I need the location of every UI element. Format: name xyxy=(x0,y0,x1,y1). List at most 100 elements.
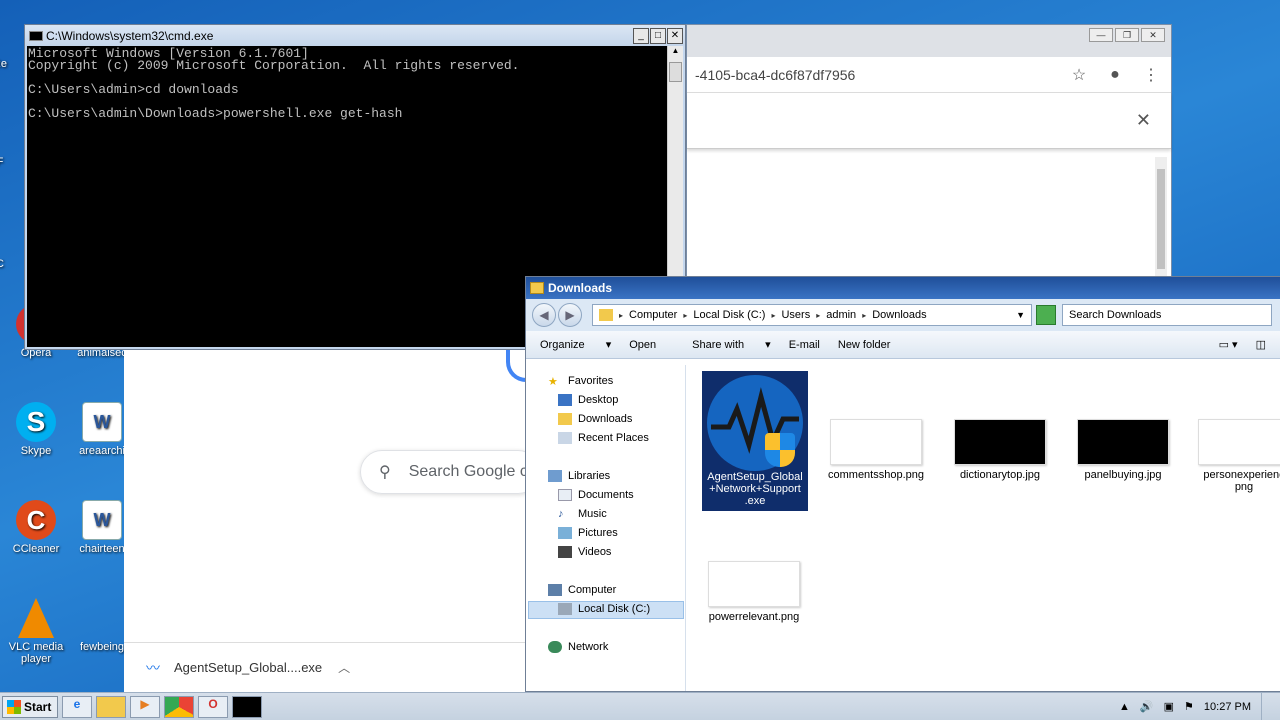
file-item-agentsetup[interactable]: AgentSetup_Global +Network+Support .exe xyxy=(702,371,808,511)
url-text[interactable]: -4105-bca4-dc6f87df7956 xyxy=(695,67,1055,83)
organize-button[interactable]: Organize ▾ xyxy=(540,338,611,351)
chrome-address-bar[interactable]: -4105-bca4-dc6f87df7956 ☆ ● ⋮ xyxy=(687,57,1171,93)
nav-network[interactable]: Network xyxy=(548,641,608,653)
minimize-button[interactable]: _ xyxy=(633,27,649,44)
scrollbar[interactable] xyxy=(1155,157,1167,277)
close-button[interactable]: ✕ xyxy=(1141,28,1165,42)
word-document-icon xyxy=(82,598,122,638)
close-icon[interactable]: ✕ xyxy=(1136,110,1151,131)
menu-dots-icon[interactable]: ⋮ xyxy=(1139,65,1163,85)
restore-button[interactable]: ❐ xyxy=(1115,28,1139,42)
nav-label: Videos xyxy=(578,546,612,558)
desktop-icon-vlc[interactable]: VLC media player xyxy=(6,598,66,665)
profile-icon[interactable]: ● xyxy=(1103,66,1127,84)
back-button[interactable]: ◀ xyxy=(532,303,556,327)
open-button[interactable]: Open xyxy=(629,339,674,351)
chrome-taskbar-icon[interactable] xyxy=(164,695,194,718)
explorer-navbar: ◀ ▶ ▸ Computer ▸ Local Disk (C:) ▸ Users… xyxy=(526,299,1280,331)
console-line: Copyright (c) 2009 Microsoft Corporation… xyxy=(28,58,520,73)
breadcrumb-segment[interactable]: Downloads xyxy=(872,309,926,321)
desktop-icon-areaarchi[interactable]: W areaarchi xyxy=(72,402,132,457)
tray-expand-icon[interactable]: ▲ xyxy=(1119,701,1130,713)
network-icon xyxy=(548,641,562,653)
file-item-powerrelevant[interactable]: powerrelevant.png xyxy=(694,561,814,623)
nav-pictures[interactable]: Pictures xyxy=(558,527,618,539)
share-with-button[interactable]: Share with ▾ xyxy=(692,338,771,351)
chevron-right-icon[interactable]: ▸ xyxy=(683,311,687,320)
desktop-icon-chairteen[interactable]: W chairteen xyxy=(72,500,132,555)
nav-documents[interactable]: Documents xyxy=(558,489,634,501)
nav-music[interactable]: ♪ Music xyxy=(558,508,607,520)
bookmark-star-icon[interactable]: ☆ xyxy=(1067,65,1091,85)
new-folder-button[interactable]: New folder xyxy=(838,339,891,351)
desktop-icon-ccleaner[interactable]: C CCleaner xyxy=(6,500,66,555)
breadcrumb-segment[interactable]: Local Disk (C:) xyxy=(693,309,765,321)
desktop-icon xyxy=(558,394,572,406)
volume-icon[interactable]: 🔊 xyxy=(1140,700,1154,713)
chevron-up-icon[interactable]: ︿ xyxy=(338,659,350,676)
desktop-icon-fewbeing[interactable]: fewbeing xyxy=(72,598,132,653)
maximize-button[interactable]: □ xyxy=(650,27,666,44)
view-options-icon[interactable]: ▭ ▾ xyxy=(1219,338,1238,351)
nav-recent-places[interactable]: Recent Places xyxy=(558,432,649,444)
cmd-title: C:\Windows\system32\cmd.exe xyxy=(46,28,214,43)
file-item-personexperience[interactable]: personexperienc png xyxy=(1184,419,1280,493)
nav-favorites[interactable]: ★ Favorites xyxy=(548,375,613,388)
scroll-thumb[interactable] xyxy=(1157,169,1165,269)
file-name-line: AgentSetup_Global xyxy=(707,471,803,483)
preview-pane-icon[interactable]: ◫ xyxy=(1256,338,1266,351)
share-label: Share with xyxy=(692,339,745,351)
search-icon: ⚲ xyxy=(379,464,391,481)
breadcrumb-segment[interactable]: admin xyxy=(826,309,856,321)
show-desktop-button[interactable] xyxy=(1261,692,1275,720)
nav-local-disk[interactable]: Local Disk (C:) xyxy=(558,603,650,615)
media-player-taskbar-icon[interactable]: ▶ xyxy=(130,695,160,718)
uac-shield-icon xyxy=(765,433,795,467)
window-controls: _ □ ✕ xyxy=(633,27,683,44)
scroll-up-icon[interactable]: ▲ xyxy=(668,46,683,60)
search-input[interactable]: Search Downloads xyxy=(1062,304,1272,326)
chevron-right-icon[interactable]: ▸ xyxy=(816,311,820,320)
drive-icon xyxy=(558,603,572,615)
cmd-taskbar-icon[interactable] xyxy=(232,695,262,718)
download-item[interactable]: AgentSetup_Global....exe xyxy=(174,660,322,675)
email-button[interactable]: E-mail xyxy=(789,339,820,351)
close-button[interactable]: ✕ xyxy=(667,27,683,44)
nav-libraries[interactable]: Libraries xyxy=(548,470,610,482)
google-search-box[interactable]: ⚲ Search Google c xyxy=(360,450,540,494)
address-bar[interactable]: ▸ Computer ▸ Local Disk (C:) ▸ Users ▸ a… xyxy=(592,304,1032,326)
download-shelf: 〰 AgentSetup_Global....exe ︿ xyxy=(124,642,526,692)
desktop-icon-skype[interactable]: S Skype xyxy=(6,402,66,457)
chevron-right-icon[interactable]: ▸ xyxy=(771,311,775,320)
clock[interactable]: 10:27 PM xyxy=(1204,701,1251,713)
chevron-right-icon[interactable]: ▸ xyxy=(619,311,623,320)
internet-explorer-taskbar-icon[interactable]: e xyxy=(62,695,92,718)
image-thumbnail xyxy=(708,561,800,607)
forward-button[interactable]: ▶ xyxy=(558,303,582,327)
opera-taskbar-icon[interactable]: O xyxy=(198,695,228,718)
nav-downloads[interactable]: Downloads xyxy=(558,413,632,425)
network-tray-icon[interactable]: ▣ xyxy=(1164,700,1174,713)
nav-computer[interactable]: Computer xyxy=(548,584,616,596)
breadcrumb-segment[interactable]: Computer xyxy=(629,309,677,321)
refresh-button[interactable] xyxy=(1036,305,1056,325)
file-item-commentsshop[interactable]: commentsshop.png xyxy=(816,419,936,481)
file-item-panelbuying[interactable]: panelbuying.jpg xyxy=(1063,419,1183,481)
desktop-icon-label: CCleaner xyxy=(12,543,60,555)
file-item-dictionarytop[interactable]: dictionarytop.jpg xyxy=(940,419,1060,481)
chevron-down-icon[interactable]: ▼ xyxy=(1016,310,1025,320)
chrome-window[interactable]: — ❐ ✕ -4105-bca4-dc6f87df7956 ☆ ● ⋮ ✕ xyxy=(686,24,1172,278)
nav-desktop[interactable]: Desktop xyxy=(558,394,618,406)
chrome-new-tab-page: ⚲ Search Google c 〰 AgentSetup_Global...… xyxy=(124,350,540,692)
nav-videos[interactable]: Videos xyxy=(558,546,611,558)
desktop-icon-label: Skype xyxy=(20,445,52,457)
start-button[interactable]: Start xyxy=(2,695,58,718)
chevron-right-icon[interactable]: ▸ xyxy=(862,311,866,320)
breadcrumb-segment[interactable]: Users xyxy=(781,309,810,321)
file-name-line: +Network+Support xyxy=(709,483,801,495)
scroll-thumb[interactable] xyxy=(669,62,682,82)
action-center-flag-icon[interactable]: ⚑ xyxy=(1184,700,1194,713)
nav-label: Music xyxy=(578,508,607,520)
explorer-taskbar-icon[interactable] xyxy=(96,695,126,718)
minimize-button[interactable]: — xyxy=(1089,28,1113,42)
